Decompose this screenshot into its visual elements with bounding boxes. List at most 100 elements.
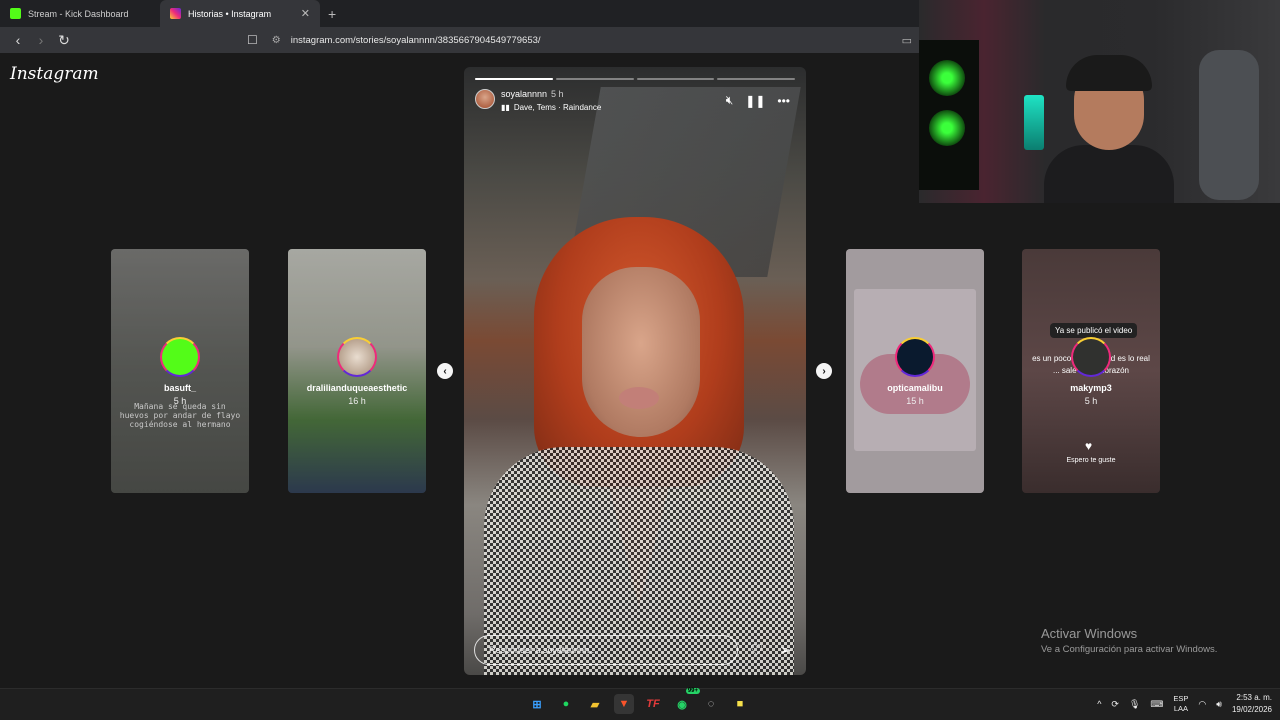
music-label: Dave, Tems · Raindance bbox=[513, 103, 602, 112]
pc-case bbox=[919, 40, 979, 190]
webcam-overlay bbox=[919, 0, 1280, 203]
story-controls: 🔇︎ ❚❚ ••• bbox=[726, 93, 790, 108]
send-icon[interactable]: ➢ bbox=[779, 641, 792, 659]
url-field[interactable]: ⚙ instagram.com/stories/soyalannnn/38356… bbox=[268, 30, 890, 50]
gaming-chair bbox=[1199, 50, 1259, 200]
next-story-button[interactable]: › bbox=[816, 363, 832, 379]
story-progress bbox=[475, 78, 795, 80]
main-story[interactable]: soyalannnn 5 h ▮▮ Dave, Tems · Raindance … bbox=[464, 67, 806, 675]
side-story-basuft[interactable]: basuft_ 5 h Mañana se queda sin huevos p… bbox=[111, 249, 249, 493]
address-bar-row: ‹ › ↻ ☐ ⚙ instagram.com/stories/soyalann… bbox=[0, 27, 920, 53]
activate-windows-watermark: Activar Windows Ve a Configuración para … bbox=[1041, 626, 1217, 655]
pause-icon[interactable]: ❚❚ bbox=[745, 94, 765, 108]
story-username: opticamalibu bbox=[887, 383, 943, 393]
reply-placeholder: Responder a soyalannnn... bbox=[489, 645, 597, 655]
brave-browser-icon[interactable]: ▼ bbox=[614, 694, 634, 714]
taskbar-apps: ⊞ ● ▰ ▼ TF ◉ 99+ ◌ ■ bbox=[527, 688, 750, 714]
volume-icon[interactable]: 🔊︎ bbox=[1216, 699, 1222, 710]
story-footer-text: Espero te guste bbox=[1066, 457, 1116, 464]
app-icon[interactable]: ◌ bbox=[701, 694, 721, 714]
streamer-body bbox=[1044, 145, 1174, 203]
mic-icon[interactable]: 🎙︎ bbox=[1129, 699, 1140, 710]
forward-button[interactable]: › bbox=[31, 30, 51, 50]
tab-title: Historias • Instagram bbox=[188, 8, 272, 19]
progress-segment bbox=[555, 78, 634, 80]
reload-button[interactable]: ↻ bbox=[54, 30, 74, 50]
reply-input[interactable]: Responder a soyalannnn... bbox=[474, 635, 738, 665]
url-text: instagram.com/stories/soyalannnn/3835667… bbox=[290, 34, 541, 46]
close-tab-icon[interactable]: ✕ bbox=[301, 7, 310, 20]
previous-story-button[interactable]: ‹ bbox=[437, 363, 453, 379]
site-settings-icon[interactable]: ⚙ bbox=[272, 35, 281, 46]
sticky-notes-icon[interactable]: ■ bbox=[730, 694, 750, 714]
story-image-face bbox=[582, 267, 700, 437]
notification-badge: 99+ bbox=[685, 688, 700, 694]
kick-icon bbox=[10, 8, 21, 19]
tab-kick-dashboard[interactable]: Stream - Kick Dashboard bbox=[0, 0, 160, 27]
story-time: 5 h bbox=[1084, 396, 1098, 406]
story-header: soyalannnn 5 h ▮▮ Dave, Tems · Raindance bbox=[475, 89, 601, 112]
lang-bottom: LAA bbox=[1173, 704, 1188, 713]
story-time: 5 h bbox=[551, 89, 564, 99]
progress-segment bbox=[636, 78, 715, 80]
heart-icon: ♥ bbox=[1085, 439, 1093, 453]
side-story-opticamalibu[interactable]: opticamalibu 15 h bbox=[846, 249, 984, 493]
story-caption: Mañana se queda sin huevos por andar de … bbox=[119, 402, 241, 429]
fan bbox=[929, 110, 965, 146]
whatsapp-icon[interactable]: ◉ 99+ bbox=[672, 688, 700, 714]
side-story-dralilianduque[interactable]: dralilianduqueaesthetic 16 h bbox=[288, 249, 426, 493]
install-app-icon[interactable]: ▭ bbox=[902, 34, 912, 47]
avatar bbox=[337, 337, 377, 377]
back-button[interactable]: ‹ bbox=[8, 30, 28, 50]
spotify-icon[interactable]: ● bbox=[556, 694, 576, 714]
story-username[interactable]: soyalannnn bbox=[501, 89, 547, 99]
story-image-lips bbox=[619, 387, 659, 409]
watermark-subtitle: Ve a Configuración para activar Windows. bbox=[1041, 644, 1218, 655]
story-username: basuft_ bbox=[163, 383, 196, 393]
language-indicator[interactable]: ESP LAA bbox=[1173, 694, 1188, 714]
avatar bbox=[160, 337, 200, 377]
instagram-icon bbox=[170, 8, 181, 19]
lang-top: ESP bbox=[1173, 694, 1189, 703]
streamer-cap bbox=[1066, 55, 1152, 91]
mute-icon[interactable]: 🔇︎ bbox=[726, 93, 734, 108]
story-bubble: Ya se publicó el video bbox=[1050, 323, 1138, 338]
tab-instagram-stories[interactable]: Historias • Instagram ✕ bbox=[160, 0, 320, 27]
tf-app-icon[interactable]: TF bbox=[643, 694, 663, 714]
story-music[interactable]: ▮▮ Dave, Tems · Raindance bbox=[501, 103, 601, 112]
story-time: 16 h bbox=[348, 396, 366, 406]
side-story-makymp3[interactable]: Ya se publicó el video es un poco ... la… bbox=[1022, 249, 1160, 493]
chevron-up-icon[interactable]: ^ bbox=[1097, 699, 1101, 709]
browser-tab-bar: Stream - Kick Dashboard Historias • Inst… bbox=[0, 0, 920, 27]
system-tray: ^ ⟳ 🎙︎ ⌨ ESP LAA ◠ 🔊︎ 2:53 a. m. 19/02/2… bbox=[1097, 692, 1272, 716]
reply-actions: ♡ ➢ bbox=[750, 641, 792, 659]
avatar[interactable] bbox=[475, 89, 495, 109]
windows-start-icon[interactable]: ⊞ bbox=[527, 694, 547, 714]
bookmark-icon[interactable]: ☐ bbox=[247, 33, 258, 47]
windows-taskbar: ⊞ ● ▰ ▼ TF ◉ 99+ ◌ ■ ^ ⟳ 🎙︎ ⌨ ESP LAA ◠ 🔊… bbox=[0, 688, 1280, 720]
keyboard-icon[interactable]: ⌨ bbox=[1150, 699, 1163, 710]
more-options-icon[interactable]: ••• bbox=[777, 94, 790, 108]
file-explorer-icon[interactable]: ▰ bbox=[585, 694, 605, 714]
story-username: dralilianduqueaesthetic bbox=[306, 383, 408, 393]
clock-time: 2:53 a. m. bbox=[1236, 693, 1272, 702]
music-icon: ▮▮ bbox=[501, 103, 510, 112]
progress-segment bbox=[717, 78, 795, 80]
heart-icon[interactable]: ♡ bbox=[750, 641, 763, 659]
progress-segment bbox=[475, 78, 553, 80]
clock[interactable]: 2:53 a. m. 19/02/2026 bbox=[1232, 692, 1272, 716]
new-tab-button[interactable]: + bbox=[328, 6, 336, 22]
sync-icon[interactable]: ⟳ bbox=[1111, 699, 1119, 710]
fan bbox=[929, 60, 965, 96]
avatar bbox=[895, 337, 935, 377]
story-time: 15 h bbox=[906, 396, 924, 406]
streamer bbox=[1044, 55, 1174, 203]
avatar bbox=[1071, 337, 1111, 377]
instagram-logo[interactable]: Instagram bbox=[10, 64, 99, 84]
wifi-icon[interactable]: ◠ bbox=[1198, 699, 1206, 710]
story-username: makymp3 bbox=[1070, 383, 1112, 393]
watermark-title: Activar Windows bbox=[1041, 626, 1138, 641]
clock-date: 19/02/2026 bbox=[1231, 705, 1272, 714]
tab-title: Stream - Kick Dashboard bbox=[28, 8, 129, 19]
microphone bbox=[1024, 95, 1044, 150]
